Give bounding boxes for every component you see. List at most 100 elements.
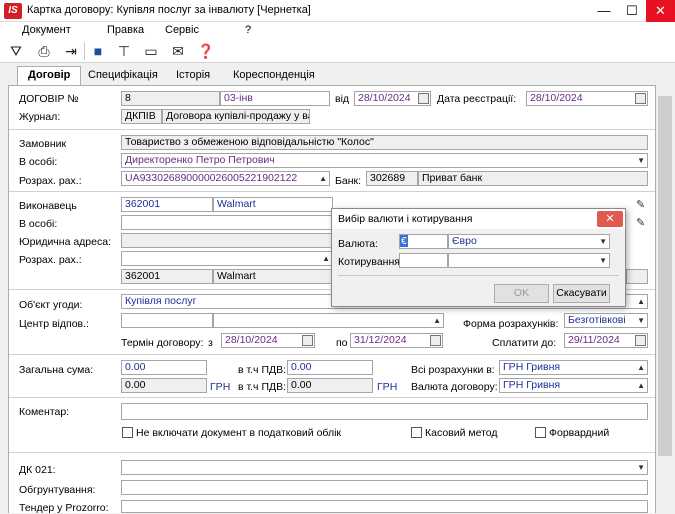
journal-name-field[interactable]: Договора купівлі-продажу у вал... xyxy=(162,109,310,124)
contractor-person-field[interactable] xyxy=(121,215,333,230)
chevron-up-icon[interactable]: ▲ xyxy=(637,295,645,308)
registration-date-value: 28/10/2024 xyxy=(530,92,583,104)
journal-code-field[interactable]: ДКПІВ xyxy=(121,109,162,124)
prozorro-field[interactable] xyxy=(121,500,648,513)
menu-edit[interactable]: Правка xyxy=(107,24,144,36)
vat2-label: в т.ч ПДВ: xyxy=(238,381,287,393)
chevron-up-icon[interactable]: ▲ xyxy=(637,379,645,392)
document-icon[interactable]: ▭ xyxy=(141,41,161,61)
pay-until-field[interactable]: 29/11/2024 xyxy=(564,333,648,348)
calendar-icon[interactable] xyxy=(418,93,429,104)
customer-label: Замовник xyxy=(19,138,67,150)
responsibility-center-name-field[interactable]: ▲ xyxy=(213,313,444,328)
payment-form-field[interactable]: Безготівкові ▼ xyxy=(564,313,648,328)
legal-address-label: Юридична адреса: xyxy=(19,236,111,248)
dialog-currency-code-field[interactable]: € xyxy=(399,234,448,249)
chevron-up-icon[interactable]: ▲ xyxy=(637,361,645,374)
tab-specification[interactable]: Специфікація xyxy=(78,67,168,85)
exit-icon[interactable]: ⇥ xyxy=(61,41,81,61)
total2-field[interactable]: 0.00 xyxy=(121,378,207,393)
calendar-icon[interactable] xyxy=(302,335,313,346)
contract-currency-field[interactable]: ГРН Гривня ▲ xyxy=(499,378,648,393)
all-calc-field[interactable]: ГРН Гривня ▲ xyxy=(499,360,648,375)
bank-code-field[interactable]: 302689 xyxy=(366,171,418,186)
contractor-code-field[interactable]: 362001 xyxy=(121,197,213,212)
responsibility-center-code-field[interactable] xyxy=(121,313,213,328)
tab-history[interactable]: Історія xyxy=(166,67,220,85)
cash-method-checkbox[interactable] xyxy=(411,427,422,438)
legal-address-field[interactable] xyxy=(121,233,333,248)
dialog-close-icon[interactable]: ✕ xyxy=(597,211,623,227)
dialog-cancel-button[interactable]: Скасувати xyxy=(553,284,610,303)
contractor-bank-field[interactable] xyxy=(626,269,648,284)
toolbar-separator xyxy=(84,42,85,60)
calendar-icon[interactable] xyxy=(635,335,646,346)
mail-icon[interactable]: ✉ xyxy=(168,41,188,61)
total-field[interactable]: 0.00 xyxy=(121,360,207,375)
all-calc-label: Всі розрахунки в: xyxy=(411,364,495,376)
tab-contract[interactable]: Договір xyxy=(17,66,82,86)
dialog-currency-name-field[interactable]: Євро ▼ xyxy=(448,234,610,249)
contractor-code2-field[interactable]: 362001 xyxy=(121,269,213,284)
edit-pencil-icon[interactable]: ✎ xyxy=(636,198,645,211)
close-button[interactable]: ✕ xyxy=(646,0,675,22)
tab-correspondence[interactable]: Кореспонденція xyxy=(223,67,325,85)
contractor-name-field[interactable]: Walmart xyxy=(213,197,333,212)
print-icon[interactable]: ⎙ xyxy=(34,41,54,61)
edit-pencil-icon[interactable]: ✎ xyxy=(636,216,645,229)
subject-value: Купівля послуг xyxy=(125,295,197,307)
contract-code-field[interactable]: 03-інв xyxy=(220,91,330,106)
chevron-up-icon[interactable]: ▲ xyxy=(322,252,330,265)
menu-help[interactable]: ? xyxy=(245,24,251,36)
chevron-up-icon[interactable]: ▲ xyxy=(433,314,441,327)
registration-date-field[interactable]: 28/10/2024 xyxy=(526,91,648,106)
chevron-down-icon[interactable]: ▼ xyxy=(637,154,645,167)
chevron-down-icon[interactable]: ▼ xyxy=(637,314,645,327)
customer-person-field[interactable]: Директоренко Петро Петрович ▼ xyxy=(121,153,648,168)
term-to-label: по xyxy=(336,337,348,349)
calendar-icon[interactable] xyxy=(430,335,441,346)
vat-field[interactable]: 0.00 xyxy=(287,360,373,375)
contractor-account-field[interactable]: ▲ xyxy=(121,251,333,266)
maximize-button[interactable]: ☐ xyxy=(618,0,646,22)
contractor-name2-field[interactable]: Walmart xyxy=(213,269,333,284)
chevron-down-icon[interactable]: ▼ xyxy=(599,254,607,267)
filter-icon[interactable]: ⛛ xyxy=(6,41,26,61)
dialog-ok-button[interactable]: OK xyxy=(494,284,549,303)
chevron-up-icon[interactable]: ▲ xyxy=(319,172,327,185)
comment-field[interactable] xyxy=(121,403,648,420)
term-from-field[interactable]: 28/10/2024 xyxy=(221,333,315,348)
calendar-icon[interactable] xyxy=(635,93,646,104)
no-tax-checkbox[interactable] xyxy=(122,427,133,438)
justification-label: Обгрунтування: xyxy=(19,484,96,496)
customer-account-field[interactable]: UA933026890000026005221902122 ▲ xyxy=(121,171,330,186)
dialog-currency-code-value: € xyxy=(400,235,408,247)
bank-name-field[interactable]: Приват банк xyxy=(418,171,648,186)
section-divider xyxy=(9,354,655,355)
contract-date-field[interactable]: 28/10/2024 xyxy=(354,91,431,106)
vat2-field[interactable]: 0.00 xyxy=(287,378,373,393)
scrollbar-thumb[interactable] xyxy=(658,96,672,456)
title-bar: IS Картка договору: Купівля послуг за ін… xyxy=(0,0,675,22)
minimize-button[interactable]: — xyxy=(590,0,618,22)
help-icon[interactable]: ❓ xyxy=(196,41,216,61)
dialog-currency-name-value: Євро xyxy=(452,235,477,247)
justification-field[interactable] xyxy=(121,480,648,495)
chevron-down-icon[interactable]: ▼ xyxy=(599,235,607,248)
dk021-field[interactable]: ▼ xyxy=(121,460,648,475)
registration-date-label: Дата реєстрації: xyxy=(437,93,517,105)
menu-service[interactable]: Сервіс xyxy=(165,24,199,36)
term-from-value: 28/10/2024 xyxy=(225,334,278,346)
dialog-quote-name-field[interactable]: ▼ xyxy=(448,253,610,268)
chevron-down-icon[interactable]: ▼ xyxy=(637,461,645,474)
term-to-field[interactable]: 31/12/2024 xyxy=(350,333,443,348)
dialog-quote-code-field[interactable] xyxy=(399,253,448,268)
save-icon[interactable]: ■ xyxy=(88,41,108,61)
contractor-person-label: В особі: xyxy=(19,218,58,230)
structure-icon[interactable]: ⊤ xyxy=(114,41,134,61)
customer-field[interactable]: Товариство з обмеженою відповідальністю … xyxy=(121,135,648,150)
forward-checkbox[interactable] xyxy=(535,427,546,438)
payment-form-value: Безготівкові xyxy=(568,314,626,326)
contract-number-field[interactable]: 8 xyxy=(121,91,220,106)
menu-document[interactable]: Документ xyxy=(22,24,71,36)
